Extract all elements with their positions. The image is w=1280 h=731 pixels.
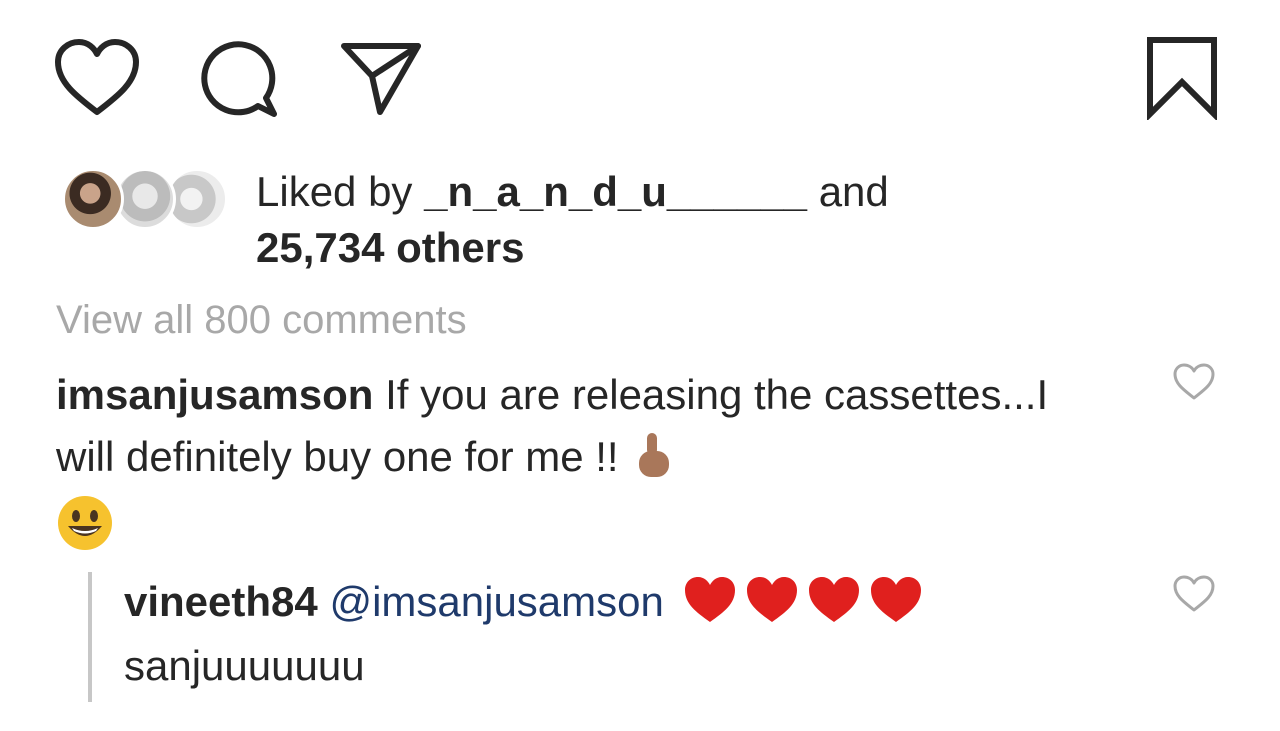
pointing-up-icon bbox=[638, 433, 669, 477]
likes-summary: Liked by _n_a_n_d_u______ and 25,734 oth… bbox=[256, 164, 889, 276]
view-all-comments-link[interactable]: View all 800 comments bbox=[56, 294, 467, 346]
red-heart-icon bbox=[746, 577, 797, 622]
red-heart-icon bbox=[870, 577, 921, 622]
reply-text: sanjuuuuuuu bbox=[124, 642, 365, 689]
liker-avatars[interactable] bbox=[62, 164, 232, 234]
comment-bubble-icon bbox=[201, 41, 277, 117]
bookmark-outline-icon bbox=[1147, 37, 1217, 120]
reply-thread-line bbox=[88, 572, 92, 702]
save-button[interactable] bbox=[1144, 36, 1220, 120]
heart-outline-icon bbox=[55, 39, 139, 115]
red-heart-icon bbox=[684, 577, 735, 622]
heart-outline-icon bbox=[1173, 575, 1215, 612]
share-button[interactable] bbox=[338, 36, 422, 120]
reply-comment: vineeth84 @imsanjusamson sanjuuuuuuu bbox=[124, 570, 1124, 698]
reply-username[interactable]: vineeth84 bbox=[124, 578, 318, 625]
comment: imsanjusamson If you are releasing the c… bbox=[56, 364, 1096, 552]
action-bar bbox=[52, 36, 1220, 120]
smiling-face-icon bbox=[58, 496, 112, 550]
likes-count[interactable]: 25,734 others bbox=[256, 224, 525, 271]
red-heart-icon bbox=[808, 577, 859, 622]
liked-by-and: and bbox=[807, 168, 889, 215]
reply-like-button[interactable] bbox=[1172, 574, 1216, 614]
reply-mention[interactable]: @imsanjusamson bbox=[329, 578, 663, 625]
liked-by-prefix: Liked by bbox=[256, 168, 425, 215]
comment-like-button[interactable] bbox=[1172, 362, 1216, 402]
comment-button[interactable] bbox=[198, 36, 282, 120]
like-button[interactable] bbox=[52, 36, 142, 120]
comment-username[interactable]: imsanjusamson bbox=[56, 371, 373, 418]
heart-outline-icon bbox=[1173, 363, 1215, 400]
likes-row: Liked by _n_a_n_d_u______ and 25,734 oth… bbox=[62, 164, 1162, 274]
post-footer: Liked by _n_a_n_d_u______ and 25,734 oth… bbox=[0, 0, 1280, 731]
avatar bbox=[62, 168, 124, 230]
paper-plane-icon bbox=[341, 43, 421, 115]
hearts-group bbox=[664, 577, 924, 625]
liker-username[interactable]: _n_a_n_d_u______ bbox=[424, 168, 807, 215]
